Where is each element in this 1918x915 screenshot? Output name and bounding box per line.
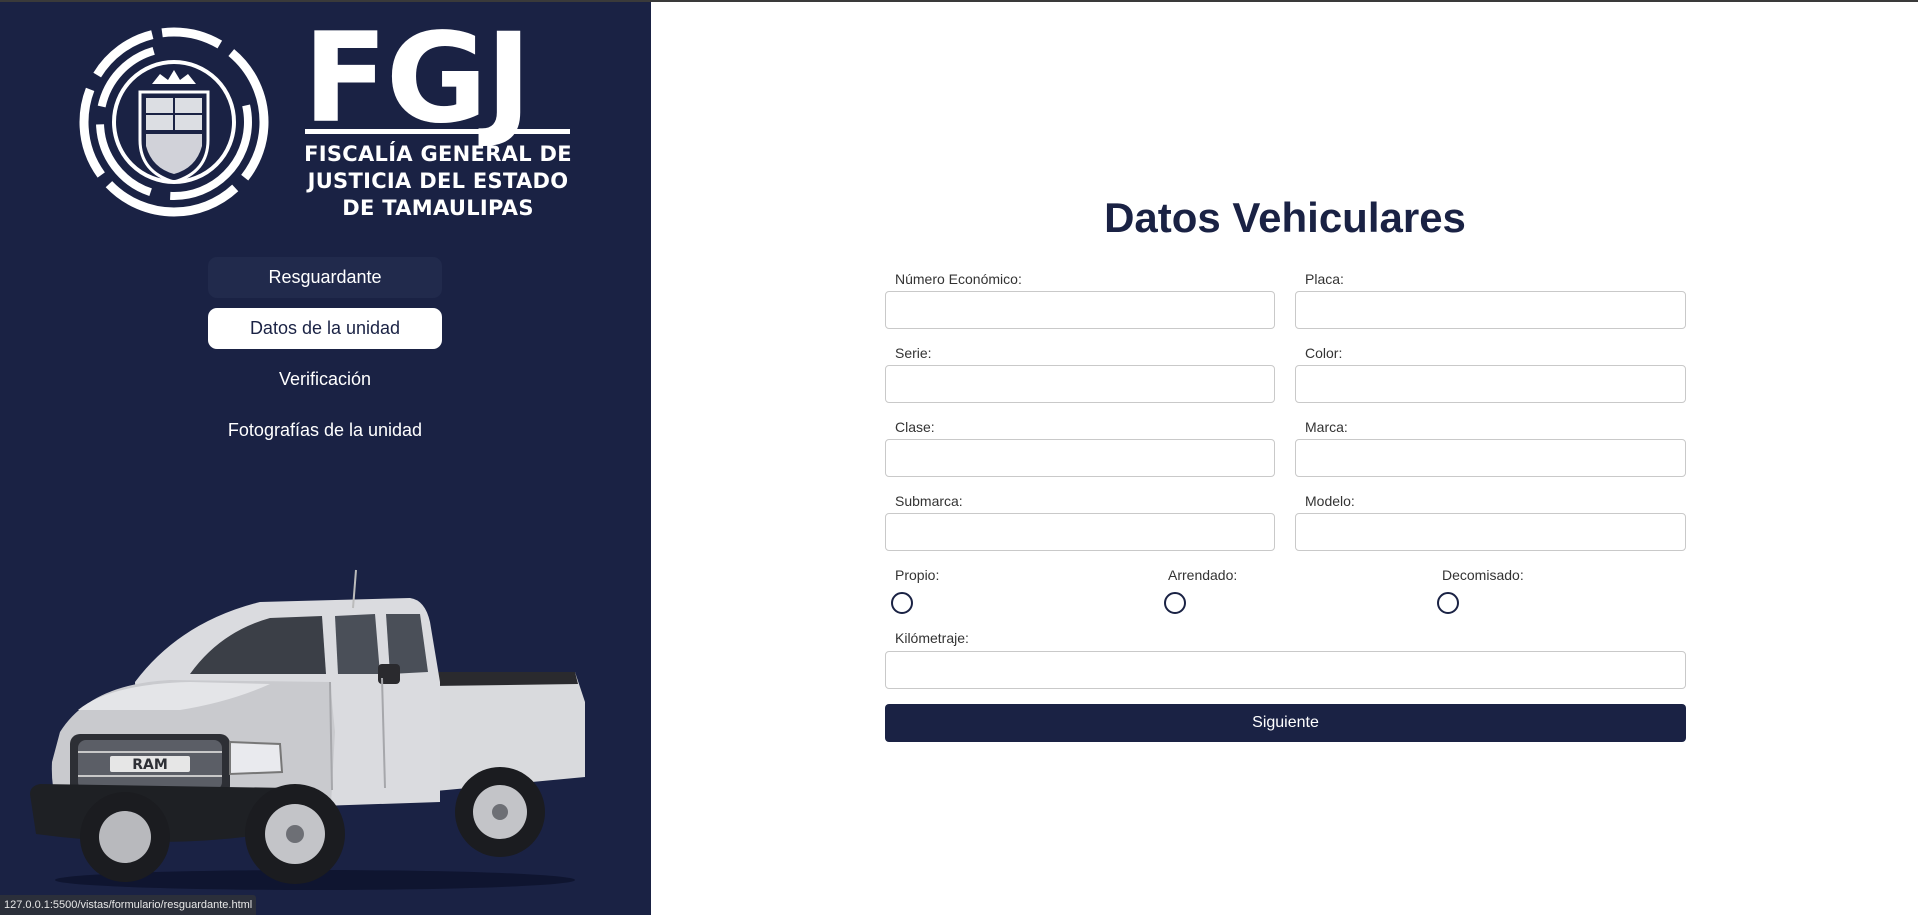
propio-label: Propio: bbox=[895, 567, 940, 583]
logo-name-line: FISCALÍA GENERAL DE bbox=[304, 142, 572, 166]
nav-item-verificacion[interactable]: Verificación bbox=[208, 359, 442, 400]
placa-label: Placa: bbox=[1305, 271, 1344, 287]
placa-input[interactable] bbox=[1295, 291, 1686, 329]
state-seal-emblem bbox=[79, 27, 269, 217]
propio-radio[interactable] bbox=[891, 592, 913, 614]
nav-item-resguardante[interactable]: Resguardante bbox=[208, 257, 442, 298]
logo-name-line: JUSTICIA DEL ESTADO bbox=[307, 169, 569, 193]
kilometraje-input[interactable] bbox=[885, 651, 1686, 689]
marca-input[interactable] bbox=[1295, 439, 1686, 477]
kilometraje-label: Kilómetraje: bbox=[895, 630, 969, 646]
sidebar: FGJ FISCALÍA GENERAL DE JUSTICIA DEL EST… bbox=[0, 2, 651, 915]
logo-name-line: DE TAMAULIPAS bbox=[342, 196, 534, 220]
decomisado-radio[interactable] bbox=[1437, 592, 1459, 614]
sidebar-nav: Resguardante Datos de la unidad Verifica… bbox=[208, 257, 442, 461]
logo-letters: FGJ bbox=[303, 7, 532, 151]
nav-item-fotografias[interactable]: Fotografías de la unidad bbox=[208, 410, 442, 451]
color-input[interactable] bbox=[1295, 365, 1686, 403]
color-label: Color: bbox=[1305, 345, 1343, 361]
page-title: Datos Vehiculares bbox=[1104, 194, 1466, 241]
submarca-label: Submarca: bbox=[895, 493, 963, 509]
pickup-truck-image: RAM bbox=[30, 569, 585, 890]
status-bar-url: 127.0.0.1:5500/vistas/formulario/resguar… bbox=[0, 895, 257, 915]
truck-badge: RAM bbox=[132, 757, 168, 773]
fgj-logo: FGJ FISCALÍA GENERAL DE JUSTICIA DEL EST… bbox=[76, 17, 576, 227]
numero-economico-label: Número Económico: bbox=[895, 271, 1022, 287]
serie-label: Serie: bbox=[895, 345, 932, 361]
marca-label: Marca: bbox=[1305, 419, 1348, 435]
modelo-input[interactable] bbox=[1295, 513, 1686, 551]
decomisado-label: Decomisado: bbox=[1442, 567, 1524, 583]
serie-input[interactable] bbox=[885, 365, 1275, 403]
clase-label: Clase: bbox=[895, 419, 935, 435]
arrendado-radio[interactable] bbox=[1164, 592, 1186, 614]
logo-institution-name: FISCALÍA GENERAL DE JUSTICIA DEL ESTADO … bbox=[303, 141, 573, 222]
modelo-label: Modelo: bbox=[1305, 493, 1355, 509]
arrendado-label: Arrendado: bbox=[1168, 567, 1238, 583]
nav-item-datos-unidad[interactable]: Datos de la unidad bbox=[208, 308, 442, 349]
clase-input[interactable] bbox=[885, 439, 1275, 477]
submarca-input[interactable] bbox=[885, 513, 1275, 551]
logo-divider bbox=[305, 129, 570, 134]
siguiente-button[interactable]: Siguiente bbox=[885, 704, 1686, 742]
numero-economico-input[interactable] bbox=[885, 291, 1275, 329]
